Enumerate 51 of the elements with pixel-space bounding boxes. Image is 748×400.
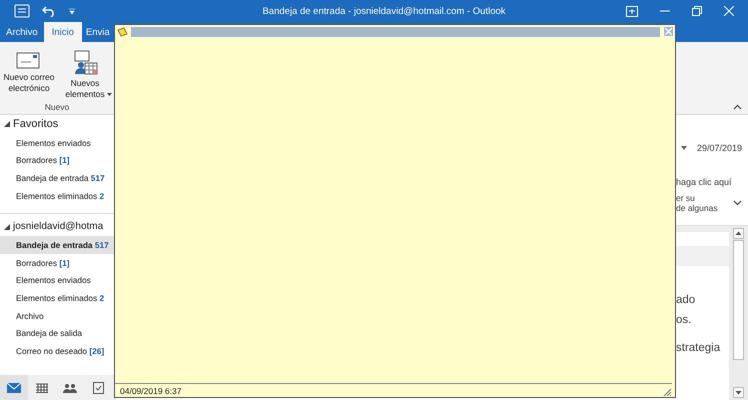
ribbon-tab[interactable]: Inicio (44, 22, 82, 42)
group-label: Nuevo (44, 102, 70, 112)
ribbon-display-icon[interactable] (626, 6, 638, 16)
envelope-icon (16, 50, 42, 70)
task-checklist-icon (92, 381, 104, 394)
note-icon[interactable] (117, 26, 128, 36)
scrollbar-thumb[interactable] (732, 240, 744, 360)
customize-caret-icon[interactable] (68, 7, 76, 15)
folder-item[interactable]: Elementos eliminados 2 (0, 289, 114, 307)
message-body-text: os. (676, 314, 692, 326)
message-date: 29/07/2019 (696, 143, 742, 153)
scroll-down-icon[interactable] (732, 387, 744, 398)
mail-nav-button[interactable] (0, 375, 28, 400)
people-icon (63, 382, 77, 392)
scrollbar[interactable] (731, 228, 745, 398)
folder-item[interactable]: Borradores [1] (0, 254, 114, 272)
undo-icon[interactable] (42, 5, 56, 17)
window-title: Bandeja de entrada - josnieldavid@hotmail.com - Outlook (261, 6, 507, 16)
ribbon-button[interactable]: Nuevos elementos (58, 48, 112, 102)
folder-group-header[interactable]: josnieldavid@hotma (0, 218, 114, 236)
folder-item[interactable]: Archivo (0, 306, 114, 324)
note-timestamp: 04/09/2019 6:37 (120, 386, 182, 396)
message-body-text: ado (676, 294, 696, 306)
resize-grip-icon[interactable] (663, 388, 671, 396)
info-text: er su (676, 193, 696, 203)
envelope-icon (7, 382, 21, 392)
folder-item[interactable]: Elementos enviados (0, 134, 114, 152)
ribbon-tab[interactable]: Archivo (0, 22, 44, 42)
folder-item[interactable]: Borradores [1] (0, 152, 114, 170)
folder-item[interactable]: Elementos enviados (0, 272, 114, 290)
new-items-icon (72, 50, 98, 76)
ribbon-button[interactable]: Nuevo correo electrónico (2, 48, 56, 102)
minimize-icon[interactable] (660, 10, 670, 12)
restore-icon[interactable] (692, 6, 702, 16)
caret-icon (681, 146, 687, 150)
close-icon[interactable] (724, 6, 734, 16)
folder-group-header[interactable]: Favoritos (0, 115, 114, 134)
expand-chevron-icon[interactable] (733, 200, 742, 206)
folder-item[interactable]: Correo no deseado [26] (0, 342, 114, 360)
folder-item[interactable]: Bandeja de entrada 517 (0, 236, 114, 254)
calendar-icon (36, 382, 48, 392)
ribbon-tab[interactable]: Envia (82, 22, 110, 42)
scroll-up-icon[interactable] (732, 228, 744, 239)
info-text: de algunas (676, 203, 718, 213)
info-text: haga clic aquí (676, 177, 733, 187)
folder-item[interactable]: Bandeja de entrada 517 (0, 169, 114, 187)
collapse-ribbon-icon[interactable] (733, 104, 742, 110)
folder-item[interactable]: Bandeja de salida (0, 324, 114, 342)
close-icon (665, 28, 672, 35)
folder-item[interactable]: Elementos eliminados 2 (0, 186, 114, 204)
message-body-text: strategia (676, 342, 722, 354)
